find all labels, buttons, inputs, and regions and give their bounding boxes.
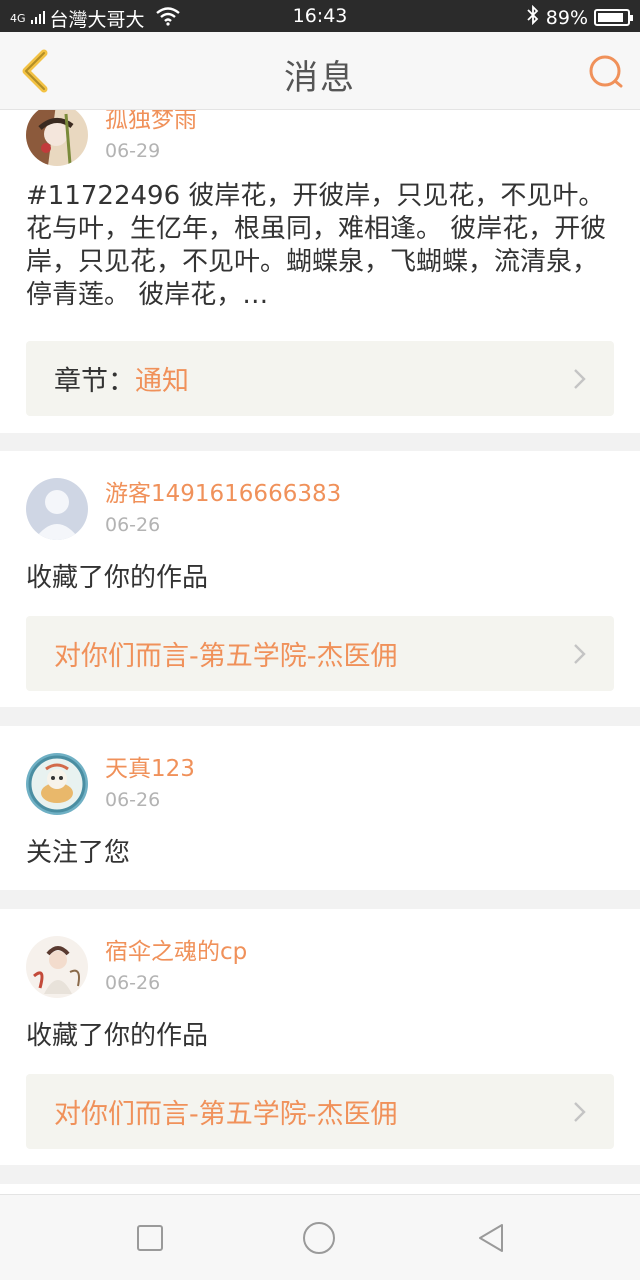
recents-button[interactable]: [133, 1221, 167, 1255]
system-navigation-bar: [0, 1194, 640, 1280]
user-name[interactable]: 游客1491616666383: [105, 478, 341, 510]
message-header: 天真123 06-26: [26, 753, 195, 815]
user-name[interactable]: 天真123: [105, 753, 195, 785]
search-button[interactable]: [586, 52, 626, 92]
status-bar: 4G 台灣大哥大 16:43 89%: [0, 0, 640, 32]
message-card: [0, 1184, 640, 1194]
home-button[interactable]: [302, 1221, 336, 1255]
message-card: 孤独梦雨 06-29 #11722496 彼岸花，开彼岸，只见花，不见叶。花与叶…: [0, 110, 640, 433]
message-card: 宿伞之魂的cp 06-26 收藏了你的作品 对你们而言-第五学院-杰医佣: [0, 909, 640, 1165]
user-name[interactable]: 宿伞之魂的cp: [105, 936, 247, 968]
avatar[interactable]: [26, 753, 88, 815]
message-header: 宿伞之魂的cp 06-26: [26, 936, 247, 998]
avatar[interactable]: [26, 478, 88, 540]
message-card: 游客1491616666383 06-26 收藏了你的作品 对你们而言-第五学院…: [0, 451, 640, 707]
message-date: 06-26: [105, 789, 161, 811]
chapter-link[interactable]: 章节： 通知: [26, 341, 614, 416]
system-back-button[interactable]: [474, 1221, 508, 1255]
chapter-label: 章节：: [54, 366, 135, 397]
chapter-name: 通知: [135, 366, 189, 397]
bluetooth-icon: [526, 4, 540, 30]
message-card: 天真123 06-26 关注了您: [0, 726, 640, 890]
chevron-right-icon: [574, 369, 586, 389]
user-name[interactable]: 孤独梦雨: [105, 110, 197, 136]
recents-square-icon: [137, 1225, 163, 1251]
message-text: 收藏了你的作品: [26, 563, 209, 593]
battery-icon: [594, 9, 633, 26]
message-feed[interactable]: 孤独梦雨 06-29 #11722496 彼岸花，开彼岸，只见花，不见叶。花与叶…: [0, 110, 640, 1194]
message-header: 孤独梦雨 06-29: [26, 110, 197, 166]
search-icon: [589, 55, 623, 88]
message-text: 关注了您: [26, 838, 131, 868]
chevron-right-icon: [574, 1102, 586, 1122]
message-header: 游客1491616666383 06-26: [26, 478, 341, 540]
work-link[interactable]: 对你们而言-第五学院-杰医佣: [26, 1074, 614, 1149]
message-text: 收藏了你的作品: [26, 1021, 209, 1051]
battery-percent: 89%: [545, 6, 588, 29]
message-date: 06-26: [105, 514, 161, 536]
back-triangle-icon: [479, 1224, 503, 1252]
avatar[interactable]: [26, 110, 88, 166]
work-title: 对你们而言-第五学院-杰医佣: [54, 641, 398, 672]
work-title: 对你们而言-第五学院-杰医佣: [54, 1099, 398, 1130]
page-title: 消息: [284, 58, 356, 98]
header: 消息: [0, 32, 640, 110]
message-date: 06-26: [105, 972, 161, 994]
home-circle-icon: [303, 1222, 335, 1254]
message-text: #11722496 彼岸花，开彼岸，只见花，不见叶。花与叶，生亿年，根虽同，难相…: [26, 181, 607, 310]
work-link[interactable]: 对你们而言-第五学院-杰医佣: [26, 616, 614, 691]
avatar[interactable]: [26, 936, 88, 998]
message-date: 06-29: [105, 140, 161, 162]
chevron-right-icon: [574, 644, 586, 664]
